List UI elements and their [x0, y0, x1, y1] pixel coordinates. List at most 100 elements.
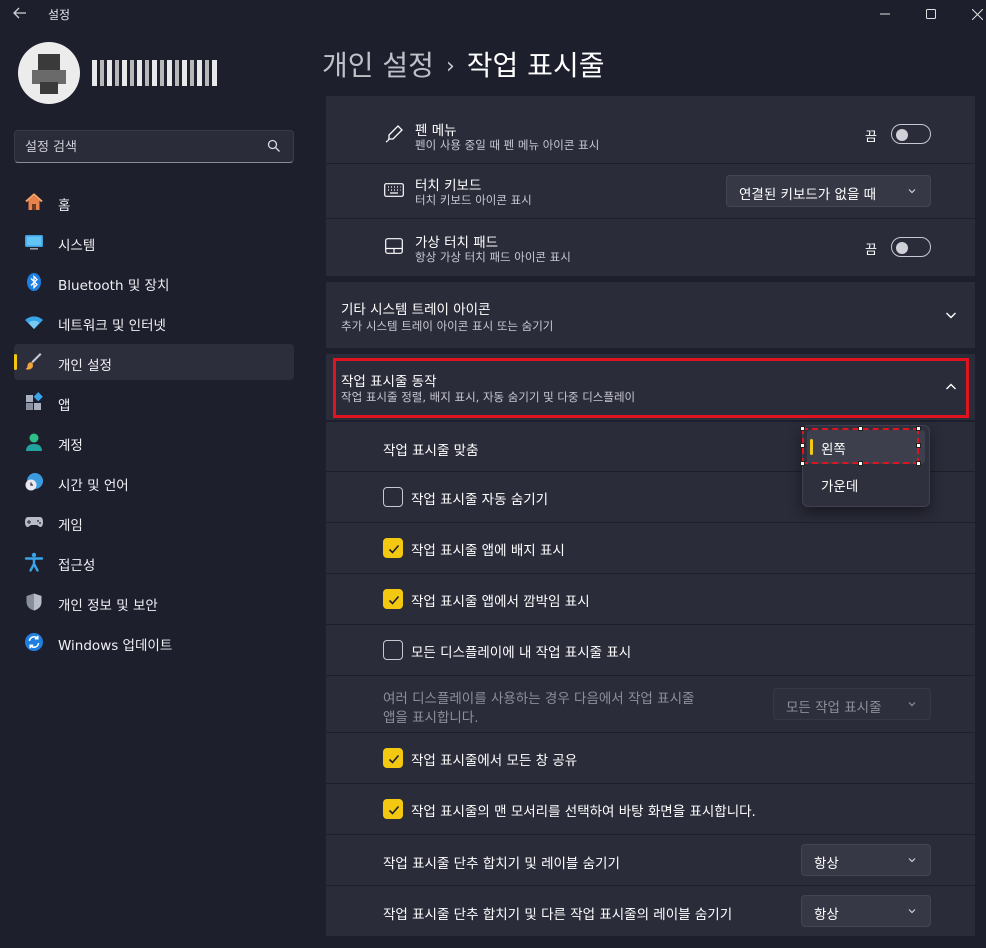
sidebar-item-gaming[interactable]: 게임 — [14, 504, 294, 540]
sidebar-item-network[interactable]: 네트워크 및 인터넷 — [14, 304, 294, 340]
sidebar-item-home[interactable]: 홈 — [14, 184, 294, 220]
title-bar: 설정 — [0, 0, 986, 30]
sidebar-item-label: 홈 — [58, 198, 71, 214]
sidebar-item-label: 네트워크 및 인터넷 — [58, 318, 166, 334]
sidebar-item-label: Windows 업데이트 — [58, 638, 173, 654]
badges-checkbox[interactable] — [383, 538, 403, 558]
breadcrumb-parent[interactable]: 개인 설정 — [322, 49, 434, 82]
sidebar-item-windows-update[interactable]: Windows 업데이트 — [14, 624, 294, 660]
app-title: 설정 — [48, 8, 71, 22]
selection-handle — [916, 461, 921, 466]
chevron-down-icon — [908, 858, 916, 863]
virtual-touchpad-toggle-label: 끔 — [865, 243, 877, 258]
accessibility-icon — [24, 552, 44, 572]
touch-keyboard-title: 터치 키보드 — [415, 178, 482, 194]
auto-hide-label: 작업 표시줄 자동 숨기기 — [411, 492, 549, 508]
annotation-selection — [802, 428, 919, 464]
search-icon[interactable] — [267, 139, 281, 153]
sidebar-item-label: 앱 — [58, 398, 71, 414]
virtual-touchpad-title: 가상 터치 패드 — [415, 235, 499, 251]
share-windows-checkbox[interactable] — [383, 748, 403, 768]
selection-handle — [800, 461, 805, 466]
sidebar-item-accessibility[interactable]: 접근성 — [14, 544, 294, 580]
selection-handle — [858, 426, 863, 431]
settings-search[interactable] — [14, 130, 294, 163]
breadcrumb: 개인 설정 › 작업 표시줄 — [322, 44, 604, 84]
sidebar-item-system[interactable]: 시스템 — [14, 224, 294, 260]
dropdown-value: 모든 작업 표시줄 — [786, 700, 882, 716]
flashing-label: 작업 표시줄 앱에서 깜박임 표시 — [411, 594, 590, 610]
selection-handle — [800, 426, 805, 431]
sidebar-item-label: 개인 설정 — [58, 358, 112, 374]
auto-hide-checkbox[interactable] — [383, 487, 403, 507]
selection-handle — [800, 443, 805, 448]
back-button[interactable] — [12, 5, 32, 25]
user-profile[interactable] — [18, 42, 278, 104]
share-windows-label: 작업 표시줄에서 모든 창 공유 — [411, 753, 578, 769]
keyboard-icon — [384, 180, 404, 200]
sidebar-item-label: 계정 — [58, 438, 83, 454]
combine-main-dropdown[interactable]: 항상 — [801, 844, 931, 876]
far-corner-label: 작업 표시줄의 맨 모서리를 선택하여 바탕 화면을 표시합니다. — [411, 804, 756, 820]
pen-menu-toggle[interactable] — [891, 124, 931, 144]
sidebar-item-time-language[interactable]: 시간 및 언어 — [14, 464, 294, 500]
alignment-option-center[interactable]: 가운데 — [807, 467, 925, 501]
option-label: 가운데 — [821, 479, 859, 495]
chevron-down-icon[interactable] — [944, 308, 958, 322]
minimize-button[interactable] — [862, 0, 908, 28]
dropdown-value: 항상 — [814, 907, 839, 923]
update-icon — [24, 632, 44, 652]
far-corner-checkbox[interactable] — [383, 799, 403, 819]
bluetooth-icon — [24, 272, 44, 292]
all-displays-checkbox[interactable] — [383, 640, 403, 660]
alignment-label: 작업 표시줄 맞춤 — [383, 443, 479, 459]
chevron-down-icon — [908, 702, 916, 707]
touch-keyboard-subtitle: 터치 키보드 아이콘 표시 — [415, 193, 532, 207]
sidebar-item-label: 시스템 — [58, 238, 96, 254]
virtual-touchpad-toggle[interactable] — [891, 237, 931, 257]
search-input[interactable] — [25, 137, 265, 157]
multi-display-label-line2: 앱을 표시합니다. — [383, 710, 479, 726]
virtual-touchpad-subtitle: 항상 가상 터치 패드 아이콘 표시 — [415, 250, 571, 264]
sidebar-item-label: Bluetooth 및 장치 — [58, 278, 170, 294]
checkmark-icon — [388, 595, 400, 605]
avatar — [18, 42, 80, 104]
other-tray-subtitle: 추가 시스템 트레이 아이콘 표시 또는 숨기기 — [341, 319, 554, 333]
home-icon — [24, 192, 44, 212]
combine-other-dropdown[interactable]: 항상 — [801, 895, 931, 927]
username-blurred — [92, 60, 218, 86]
sidebar-item-apps[interactable]: 앱 — [14, 384, 294, 420]
flashing-checkbox[interactable] — [383, 589, 403, 609]
sidebar-item-privacy-security[interactable]: 개인 정보 및 보안 — [14, 584, 294, 620]
close-button[interactable] — [954, 0, 986, 28]
close-icon — [971, 8, 983, 20]
paintbrush-icon — [24, 352, 44, 372]
monitor-icon — [24, 232, 44, 252]
dropdown-value: 항상 — [814, 856, 839, 872]
pen-menu-subtitle: 펜이 사용 중일 때 펜 메뉴 아이콘 표시 — [415, 138, 600, 152]
sidebar-item-personalization[interactable]: 개인 설정 — [14, 344, 294, 380]
sidebar-item-label: 개인 정보 및 보안 — [58, 598, 158, 614]
sidebar-item-bluetooth[interactable]: Bluetooth 및 장치 — [14, 264, 294, 300]
selection-handle — [858, 461, 863, 466]
dropdown-value: 연결된 키보드가 없을 때 — [739, 187, 877, 203]
combine-main-label: 작업 표시줄 단추 합치기 및 레이블 숨기기 — [383, 856, 620, 872]
clock-globe-icon — [24, 472, 44, 492]
checkmark-icon — [388, 805, 400, 815]
multi-display-label-line1: 여러 디스플레이를 사용하는 경우 다음에서 작업 표시줄 — [383, 691, 695, 707]
maximize-button[interactable] — [908, 0, 954, 28]
maximize-icon — [926, 9, 936, 19]
arrow-left-icon — [13, 7, 26, 19]
checkmark-icon — [388, 754, 400, 764]
sidebar-item-label: 시간 및 언어 — [58, 478, 129, 494]
touch-keyboard-dropdown[interactable]: 연결된 키보드가 없을 때 — [726, 175, 931, 207]
chevron-down-icon — [908, 909, 916, 914]
account-icon — [24, 432, 44, 452]
other-tray-title: 기타 시스템 트레이 아이콘 — [341, 302, 491, 318]
sidebar-item-accounts[interactable]: 계정 — [14, 424, 294, 460]
badges-label: 작업 표시줄 앱에 배지 표시 — [411, 543, 565, 559]
shield-icon — [24, 592, 44, 612]
gamepad-icon — [24, 512, 44, 532]
combine-other-label: 작업 표시줄 단추 합치기 및 다른 작업 표시줄의 레이블 숨기기 — [383, 907, 733, 923]
active-indicator — [14, 354, 17, 370]
